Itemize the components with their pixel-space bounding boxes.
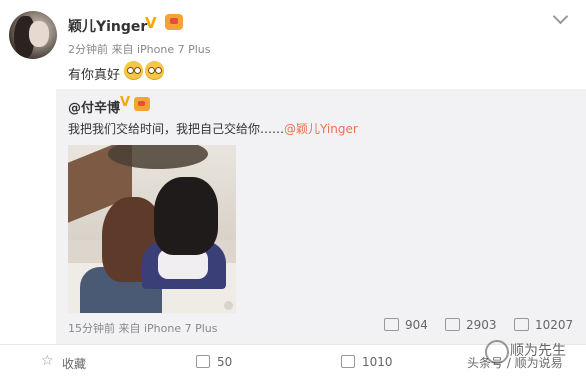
avatar[interactable] <box>9 11 57 59</box>
forward-icon <box>384 318 399 331</box>
reposted-forward-stat[interactable]: 904 <box>384 318 428 332</box>
member-badge-icon <box>165 14 183 30</box>
photo-hair <box>154 177 218 255</box>
weibo-post: 颖儿Yinger V 2分钟前 来自 iPhone 7 Plus 有你真好 @付… <box>0 0 586 379</box>
comment-icon <box>341 355 355 368</box>
mention-link[interactable]: @颖儿Yinger <box>284 122 358 136</box>
reposted-text-body: 我把我们交给时间，我把自己交给你…… <box>68 122 285 136</box>
reposted-like-stat[interactable]: 10207 <box>514 318 573 332</box>
like-icon <box>514 318 529 331</box>
username[interactable]: 颖儿Yinger <box>68 16 147 36</box>
favorite-button[interactable]: 收藏 <box>41 353 87 372</box>
chevron-down-icon[interactable] <box>552 8 569 25</box>
comment-count: 2903 <box>466 318 497 332</box>
watermark-sub: 头条号 / 顺为说易 <box>467 356 563 370</box>
post-text: 有你真好 <box>68 68 121 83</box>
comment-count: 1010 <box>362 355 393 369</box>
emoji-icon <box>145 61 164 80</box>
like-count: 10207 <box>535 318 574 332</box>
reposted-username[interactable]: @付辛博 <box>68 97 120 116</box>
member-badge-icon <box>134 97 150 111</box>
avatar-face <box>29 21 49 47</box>
reposted-meta: 15分钟前 来自 iPhone 7 Plus <box>68 322 218 335</box>
star-icon <box>41 353 55 370</box>
comment-icon <box>445 318 460 331</box>
emoji-icon <box>124 61 143 80</box>
comment-button[interactable]: 1010 <box>341 355 393 369</box>
reposted-comment-stat[interactable]: 2903 <box>445 318 497 332</box>
reposted-text: 我把我们交给时间，我把自己交给你……@颖儿Yinger <box>68 120 358 137</box>
verified-icon: V <box>120 95 131 110</box>
post-photo[interactable] <box>68 145 236 313</box>
favorite-label: 收藏 <box>62 357 87 371</box>
post-meta: 2分钟前 来自 iPhone 7 Plus <box>68 43 211 56</box>
forward-count: 50 <box>217 355 233 369</box>
forward-button[interactable]: 50 <box>196 355 232 369</box>
forward-count: 904 <box>405 318 428 332</box>
weibo-watermark-icon <box>224 301 233 310</box>
forward-icon <box>196 355 210 368</box>
verified-icon: V <box>145 14 157 32</box>
